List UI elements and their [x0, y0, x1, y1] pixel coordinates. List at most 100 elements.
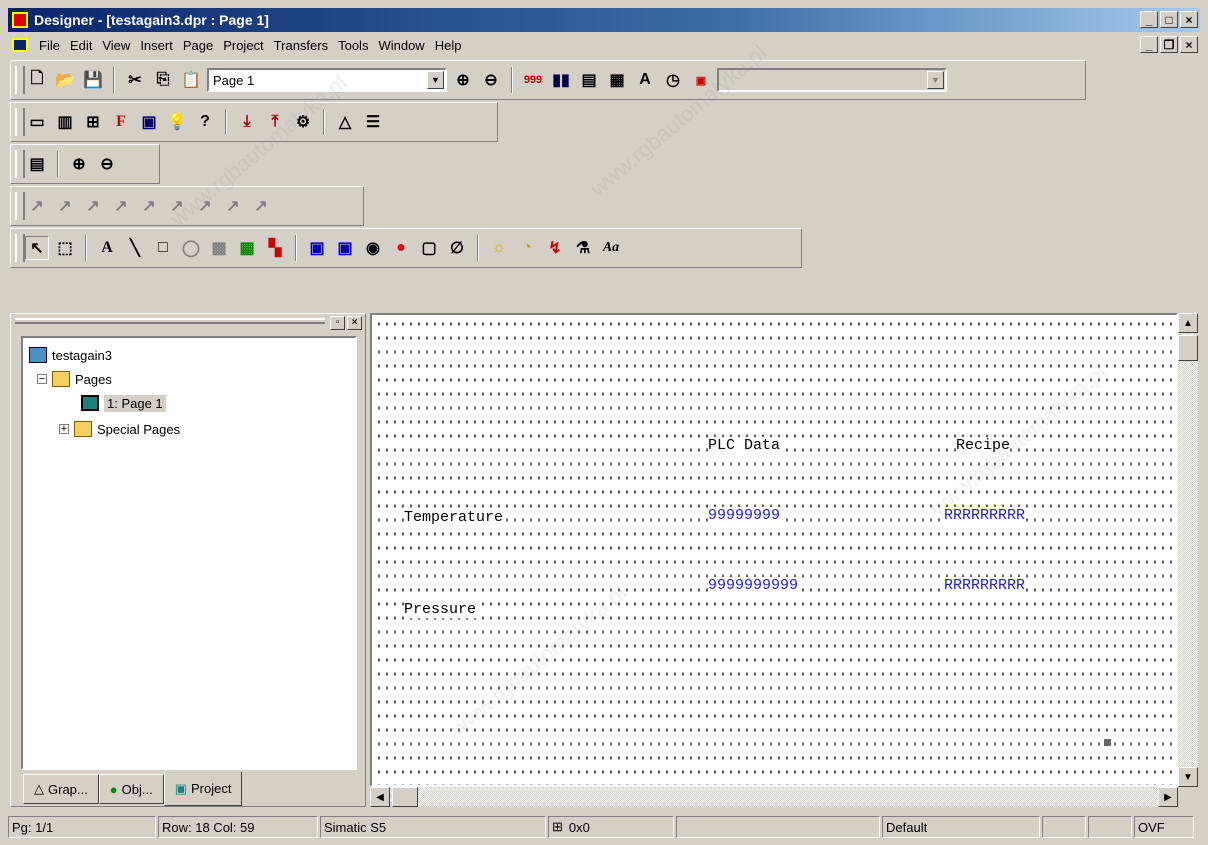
menu-view[interactable]: View [97, 38, 135, 53]
bargraph-object-icon[interactable]: ▥ [53, 110, 77, 134]
new-file-icon[interactable]: 🗋 [25, 68, 49, 92]
upload-icon[interactable]: ⤒ [263, 110, 287, 134]
scroll-down-icon[interactable]: ▼ [1178, 767, 1198, 787]
touch-button-icon[interactable]: ▣ [333, 236, 357, 260]
panel-pin-button[interactable]: ▫ [330, 316, 345, 330]
vertical-scroll-thumb[interactable] [1178, 335, 1198, 361]
ellipse-tool-icon[interactable]: ◯ [179, 236, 203, 260]
copy-icon[interactable]: ⎘ [151, 68, 175, 92]
gauge-icon[interactable]: ◔ [515, 236, 539, 260]
zoom-out-icon[interactable]: ⊖ [95, 152, 119, 176]
bar-graph-icon[interactable]: ▮▮ [549, 68, 573, 92]
layers-icon[interactable]: ☰ [361, 110, 385, 134]
mdi-minimize-button[interactable]: _ [1140, 36, 1158, 53]
zoom-in-icon[interactable]: ⊕ [67, 152, 91, 176]
color-tool-icon[interactable]: ▚ [263, 236, 287, 260]
plc-data-header[interactable]: PLC Data [708, 437, 781, 454]
document-icon[interactable] [12, 38, 28, 52]
triangle-icon[interactable]: △ [333, 110, 357, 134]
function-icon[interactable]: F [109, 110, 133, 134]
tab-graphics[interactable]: △ Grap... [23, 774, 99, 804]
text-tool-icon[interactable]: A [95, 236, 119, 260]
menu-insert[interactable]: Insert [135, 38, 178, 53]
tool-5-icon: ↗ [142, 198, 156, 215]
empty-set-icon[interactable]: ∅ [445, 236, 469, 260]
horizontal-scrollbar[interactable]: ◀ ▶ [370, 787, 1178, 807]
zoom-in-icon[interactable]: ⊕ [451, 68, 475, 92]
page-view-icon[interactable]: ▤ [25, 152, 49, 176]
sun-icon[interactable]: ☼ [487, 236, 511, 260]
frame-icon[interactable]: ▢ [417, 236, 441, 260]
horizontal-scroll-thumb[interactable] [392, 787, 418, 807]
pressure-plc-field[interactable]: 9999999999 [708, 577, 799, 594]
open-folder-icon[interactable]: 📂 [53, 68, 77, 92]
panel-close-button[interactable]: × [347, 316, 362, 330]
menu-help[interactable]: Help [430, 38, 467, 53]
recipe-header[interactable]: Recipe [956, 437, 1011, 454]
paste-icon[interactable]: 📋 [179, 68, 203, 92]
date-icon[interactable]: ▣ [689, 68, 713, 92]
compile-icon[interactable]: ⚙ [291, 110, 315, 134]
menu-file[interactable]: File [34, 38, 65, 53]
chevron-down-icon[interactable]: ▼ [427, 71, 444, 89]
disabled-select: ▼ [717, 68, 947, 92]
lamp-icon[interactable]: ● [389, 236, 413, 260]
tree-page1[interactable]: 1: Page 1 [81, 392, 166, 414]
text-style-icon[interactable]: A [633, 68, 657, 92]
tab-objects[interactable]: ● Obj... [98, 774, 164, 804]
scroll-up-icon[interactable]: ▲ [1178, 313, 1198, 333]
f1-button-icon[interactable]: ▣ [305, 236, 329, 260]
network-icon[interactable]: ⊞ [81, 110, 105, 134]
collapse-icon[interactable]: − [37, 373, 47, 385]
rectangle-tool-icon[interactable]: □ [151, 236, 175, 260]
pressure-label[interactable]: Pressure [404, 601, 477, 618]
film-icon[interactable]: ▦ [605, 68, 629, 92]
cut-icon[interactable]: ✂ [123, 68, 147, 92]
menu-project[interactable]: Project [218, 38, 268, 53]
save-icon[interactable]: 💾 [81, 68, 105, 92]
menu-transfers[interactable]: Transfers [269, 38, 333, 53]
menu-edit[interactable]: Edit [65, 38, 97, 53]
tool-3-icon: ↗ [86, 198, 100, 215]
mdi-restore-button[interactable]: ❐ [1160, 36, 1178, 53]
maximize-button[interactable]: □ [1160, 11, 1178, 28]
zoom-out-icon[interactable]: ⊖ [479, 68, 503, 92]
pressure-recipe-field[interactable]: RRRRRRRRR [944, 577, 1026, 594]
page-select[interactable]: Page 1 ▼ [207, 68, 447, 92]
message-icon[interactable]: ▤ [577, 68, 601, 92]
scroll-right-icon[interactable]: ▶ [1158, 787, 1178, 807]
menu-page[interactable]: Page [178, 38, 218, 53]
close-button[interactable]: × [1180, 11, 1198, 28]
pointer-icon[interactable]: ↖ [25, 236, 49, 260]
temperature-plc-field[interactable]: 99999999 [708, 507, 781, 524]
expand-icon[interactable]: + [59, 423, 69, 435]
tree-special-pages[interactable]: + Special Pages [59, 418, 180, 440]
clock-icon[interactable]: ◷ [661, 68, 685, 92]
scroll-left-icon[interactable]: ◀ [370, 787, 390, 807]
temperature-recipe-field[interactable]: RRRRRRRRR [944, 507, 1026, 524]
page-canvas[interactable]: PLC Data Recipe Temperature Pressure 999… [370, 313, 1178, 787]
bitmap-tool-icon[interactable]: ▩ [207, 236, 231, 260]
tab-project[interactable]: ▣ Project [163, 772, 243, 806]
tree-pages[interactable]: − Pages [37, 368, 112, 390]
vertical-scrollbar[interactable]: ▲ ▼ [1178, 313, 1198, 787]
menu-tools[interactable]: Tools [333, 38, 373, 53]
lightbulb-icon[interactable]: 💡 [165, 110, 189, 134]
help-icon[interactable]: ? [193, 110, 217, 134]
tree-root[interactable]: testagain3 [29, 344, 112, 366]
picture-tool-icon[interactable]: ▦ [235, 236, 259, 260]
trend-icon[interactable]: ↯ [543, 236, 567, 260]
line-tool-icon[interactable]: ╲ [123, 236, 147, 260]
font-icon[interactable]: Aa [599, 236, 623, 260]
minimize-button[interactable]: _ [1140, 11, 1158, 28]
text-field-icon[interactable]: ▭ [25, 110, 49, 134]
download-icon[interactable]: ⤓ [235, 110, 259, 134]
recipe-icon[interactable]: ⚗ [571, 236, 595, 260]
select-rect-icon[interactable]: ⬚ [53, 236, 77, 260]
radio-icon[interactable]: ◉ [361, 236, 385, 260]
menu-window[interactable]: Window [373, 38, 429, 53]
temperature-label[interactable]: Temperature [404, 509, 504, 526]
dialog-icon[interactable]: ▣ [137, 110, 161, 134]
numeric-field-icon[interactable]: 999 [521, 68, 545, 92]
mdi-close-button[interactable]: × [1180, 36, 1198, 53]
